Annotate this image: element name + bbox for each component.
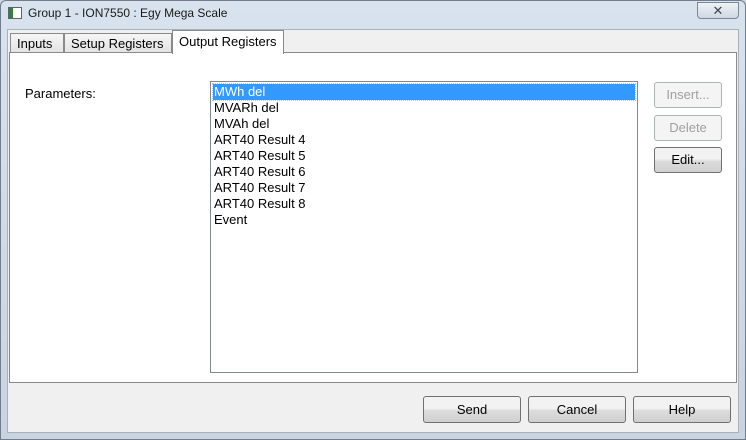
list-item[interactable]: MVAh del — [213, 116, 635, 132]
tab-setup-registers[interactable]: Setup Registers — [64, 33, 172, 53]
close-icon: ✕ — [712, 3, 724, 18]
edit-button[interactable]: Edit... — [654, 147, 722, 173]
list-item[interactable]: ART40 Result 8 — [213, 196, 635, 212]
title-bar[interactable]: Group 1 - ION7550 : Egy Mega Scale ✕ — [1, 1, 745, 27]
cancel-button[interactable]: Cancel — [528, 396, 626, 423]
list-item[interactable]: ART40 Result 7 — [213, 180, 635, 196]
help-button[interactable]: Help — [633, 396, 731, 423]
list-item[interactable]: Event — [213, 212, 635, 228]
close-button[interactable]: ✕ — [697, 2, 739, 19]
delete-button[interactable]: Delete — [654, 115, 722, 141]
list-item[interactable]: MVARh del — [213, 100, 635, 116]
insert-button[interactable]: Insert... — [654, 82, 722, 108]
dialog-client-area: Inputs Setup Registers Output Registers … — [7, 29, 739, 433]
list-item[interactable]: MWh del — [212, 83, 636, 101]
tab-output-registers[interactable]: Output Registers — [172, 30, 284, 54]
dialog-window: Group 1 - ION7550 : Egy Mega Scale ✕ Inp… — [0, 0, 746, 440]
tab-inputs[interactable]: Inputs — [10, 33, 64, 53]
list-item[interactable]: ART40 Result 6 — [213, 164, 635, 180]
list-item[interactable]: ART40 Result 5 — [213, 148, 635, 164]
output-registers-panel: Parameters: MWh del MVARh del MVAh del A… — [9, 52, 737, 383]
window-title: Group 1 - ION7550 : Egy Mega Scale — [28, 6, 228, 20]
parameters-label: Parameters: — [25, 86, 96, 101]
list-item[interactable]: ART40 Result 4 — [213, 132, 635, 148]
app-icon — [8, 7, 22, 19]
send-button[interactable]: Send — [423, 396, 521, 423]
parameters-listbox[interactable]: MWh del MVARh del MVAh del ART40 Result … — [210, 81, 638, 373]
